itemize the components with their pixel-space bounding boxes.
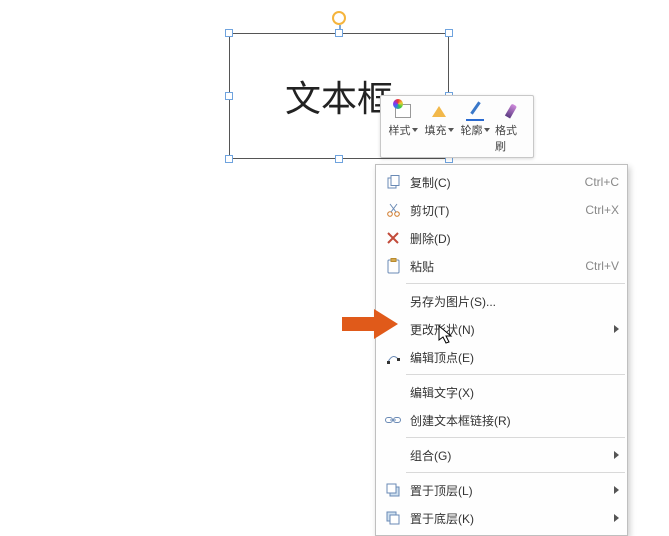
mini-toolbar: 样式 填充 轮廓 格式刷 bbox=[380, 95, 534, 158]
style-icon bbox=[395, 104, 411, 118]
underline-icon bbox=[466, 119, 484, 121]
context-menu: 复制(C) Ctrl+C 剪切(T) Ctrl+X 删除(D) 粘贴 Ctrl+… bbox=[375, 164, 628, 536]
menu-shortcut: Ctrl+X bbox=[585, 203, 619, 217]
format-painter-label: 格式刷 bbox=[495, 122, 527, 154]
style-button[interactable]: 样式 bbox=[385, 99, 421, 155]
menu-separator bbox=[406, 437, 625, 438]
menu-cut[interactable]: 剪切(T) Ctrl+X bbox=[376, 196, 627, 224]
bring-front-icon bbox=[382, 483, 404, 498]
menu-group[interactable]: 组合(G) bbox=[376, 441, 627, 469]
outline-button[interactable]: 轮廓 bbox=[457, 99, 493, 155]
link-icon bbox=[382, 415, 404, 425]
textbox-content: 文本框 bbox=[285, 70, 393, 122]
menu-change-shape[interactable]: 更改形状(N) bbox=[376, 315, 627, 343]
fill-label: 填充 bbox=[425, 122, 447, 138]
resize-handle[interactable] bbox=[335, 29, 343, 37]
style-label: 样式 bbox=[389, 122, 411, 138]
fill-button[interactable]: 填充 bbox=[421, 99, 457, 155]
menu-label: 编辑顶点(E) bbox=[404, 349, 619, 366]
menu-paste[interactable]: 粘贴 Ctrl+V bbox=[376, 252, 627, 280]
resize-handle[interactable] bbox=[225, 29, 233, 37]
menu-label: 另存为图片(S)... bbox=[404, 293, 619, 310]
menu-label: 创建文本框链接(R) bbox=[404, 412, 619, 429]
resize-handle[interactable] bbox=[225, 155, 233, 163]
menu-delete[interactable]: 删除(D) bbox=[376, 224, 627, 252]
menu-edit-points[interactable]: 编辑顶点(E) bbox=[376, 343, 627, 371]
menu-label: 剪切(T) bbox=[404, 202, 585, 219]
menu-separator bbox=[406, 283, 625, 284]
menu-label: 删除(D) bbox=[404, 230, 619, 247]
menu-edit-text[interactable]: 编辑文字(X) bbox=[376, 378, 627, 406]
bucket-icon bbox=[432, 106, 446, 117]
resize-handle[interactable] bbox=[225, 92, 233, 100]
submenu-icon bbox=[614, 514, 619, 522]
menu-label: 粘贴 bbox=[404, 258, 585, 275]
dropdown-icon bbox=[448, 128, 454, 132]
edit-points-icon bbox=[382, 350, 404, 365]
menu-save-as-picture[interactable]: 另存为图片(S)... bbox=[376, 287, 627, 315]
dropdown-icon bbox=[484, 128, 490, 132]
pen-icon bbox=[470, 101, 480, 114]
menu-label: 置于底层(K) bbox=[404, 510, 614, 527]
menu-shortcut: Ctrl+V bbox=[585, 259, 619, 273]
rotate-handle-icon[interactable] bbox=[332, 11, 346, 25]
copy-icon bbox=[382, 175, 404, 190]
delete-icon bbox=[382, 231, 404, 245]
menu-send-to-back[interactable]: 置于底层(K) bbox=[376, 504, 627, 532]
menu-label: 复制(C) bbox=[404, 174, 585, 191]
menu-label: 置于顶层(L) bbox=[404, 482, 614, 499]
menu-separator bbox=[406, 472, 625, 473]
submenu-icon bbox=[614, 486, 619, 494]
dropdown-icon bbox=[412, 128, 418, 132]
menu-label: 组合(G) bbox=[404, 447, 614, 464]
menu-copy[interactable]: 复制(C) Ctrl+C bbox=[376, 168, 627, 196]
brush-icon bbox=[505, 103, 517, 118]
callout-arrow-icon bbox=[342, 309, 398, 339]
menu-create-textbox-link[interactable]: 创建文本框链接(R) bbox=[376, 406, 627, 434]
menu-shortcut: Ctrl+C bbox=[585, 175, 619, 189]
menu-label: 更改形状(N) bbox=[404, 321, 614, 338]
menu-separator bbox=[406, 374, 625, 375]
outline-label: 轮廓 bbox=[461, 122, 483, 138]
format-painter-button[interactable]: 格式刷 bbox=[493, 99, 529, 155]
send-back-icon bbox=[382, 511, 404, 526]
menu-bring-to-front[interactable]: 置于顶层(L) bbox=[376, 476, 627, 504]
submenu-icon bbox=[614, 325, 619, 333]
menu-label: 编辑文字(X) bbox=[404, 384, 619, 401]
scissors-icon bbox=[382, 203, 404, 218]
clipboard-icon bbox=[382, 258, 404, 274]
resize-handle[interactable] bbox=[445, 29, 453, 37]
submenu-icon bbox=[614, 451, 619, 459]
resize-handle[interactable] bbox=[335, 155, 343, 163]
